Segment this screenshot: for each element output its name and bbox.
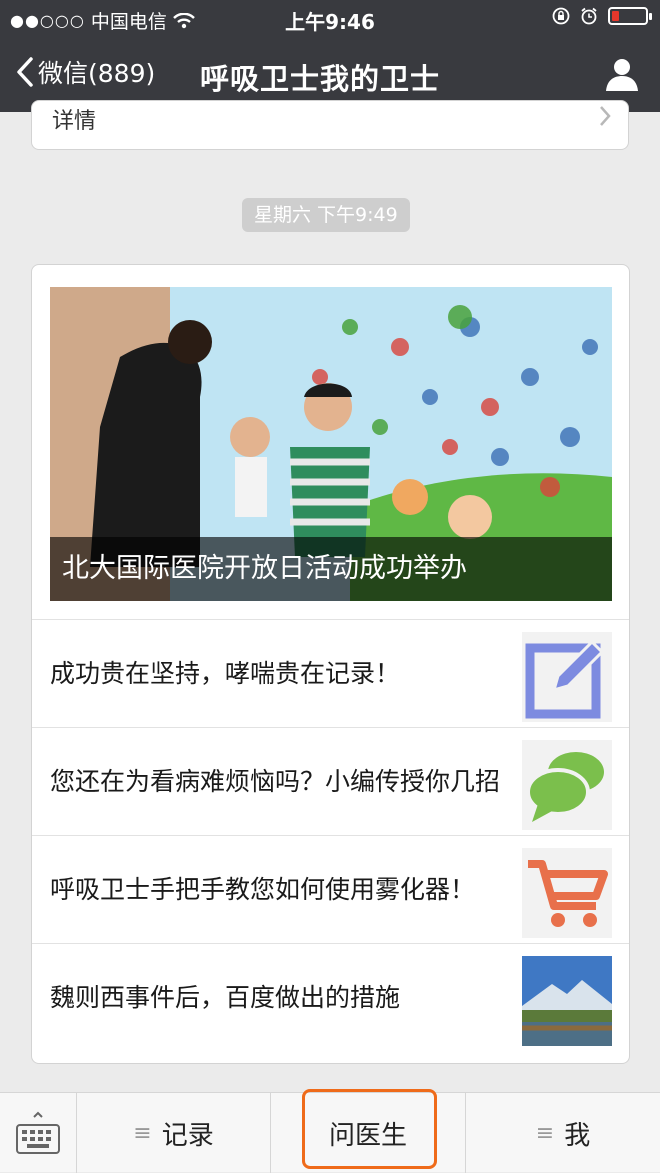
article-title: 成功贵在坚持，哮喘贵在记录！ xyxy=(50,658,401,688)
article-item[interactable]: 您还在为看病难烦恼吗？小编传授你几招 xyxy=(32,727,629,835)
article-item[interactable]: 成功贵在坚持，哮喘贵在记录！ xyxy=(32,619,629,727)
cover-caption: 北大国际医院开放日活动成功举办 xyxy=(50,537,612,601)
top-bar: ●●○○○ 中国电信 上午9:46 微信(889) 呼吸卫士我的卫士 xyxy=(0,0,660,112)
user-profile-icon[interactable] xyxy=(604,56,640,92)
submenu-icon: ≡ xyxy=(535,1120,555,1146)
article-item[interactable]: 呼吸卫士手把手教您如何使用雾化器！ xyxy=(32,835,629,943)
article-thumbnail xyxy=(522,848,612,938)
menu-item-label: 我 xyxy=(564,1120,591,1151)
menu-item-label: 问医生 xyxy=(328,1120,407,1151)
edit-icon xyxy=(525,639,605,719)
chat-bubbles-icon xyxy=(526,752,604,822)
menu-item-me[interactable]: ≡ 我 xyxy=(466,1093,660,1173)
article-title: 呼吸卫士手把手教您如何使用雾化器！ xyxy=(50,874,476,904)
back-label: 微信(889) xyxy=(38,59,156,88)
bottom-menu: ≡ 记录 问医生 ≡ 我 xyxy=(0,1092,660,1173)
keyboard-icon xyxy=(16,1111,60,1154)
message-timestamp: 星期六 下午9:49 xyxy=(242,198,410,232)
chevron-left-icon xyxy=(17,57,33,87)
status-right xyxy=(552,7,652,25)
article-title: 您还在为看病难烦恼吗？小编传授你几招 xyxy=(50,766,501,796)
chevron-right-icon xyxy=(600,106,611,126)
submenu-icon: ≡ xyxy=(133,1120,152,1146)
article-title: 魏则西事件后，百度做出的措施 xyxy=(50,982,401,1012)
article-thumbnail xyxy=(522,740,612,830)
news-card: 北大国际医院开放日活动成功举办 成功贵在坚持，哮喘贵在记录！ 您还在为看病难烦恼… xyxy=(31,264,630,1064)
landscape-photo xyxy=(522,956,612,1046)
page-title: 呼吸卫士我的卫士 xyxy=(200,62,441,96)
cover-article[interactable]: 北大国际医院开放日活动成功举办 xyxy=(50,287,612,601)
keyboard-toggle-button[interactable] xyxy=(0,1093,77,1173)
menu-item-label: 记录 xyxy=(161,1120,214,1151)
menu-item-ask-doctor[interactable]: 问医生 xyxy=(271,1093,466,1173)
read-more-label: 详情 xyxy=(52,109,97,134)
battery-icon xyxy=(608,7,652,25)
shopping-cart-icon xyxy=(528,860,608,927)
orientation-lock-icon xyxy=(552,7,570,25)
back-button[interactable]: 微信(889) xyxy=(16,54,155,90)
article-thumbnail xyxy=(522,956,612,1046)
status-bar: ●●○○○ 中国电信 上午9:46 xyxy=(0,0,660,38)
article-thumbnail xyxy=(522,632,612,722)
article-item[interactable]: 魏则西事件后，百度做出的措施 xyxy=(32,943,629,1051)
previous-message-card[interactable]: 详情 xyxy=(31,100,629,150)
menu-item-record[interactable]: ≡ 记录 xyxy=(77,1093,271,1173)
alarm-icon xyxy=(581,7,597,25)
